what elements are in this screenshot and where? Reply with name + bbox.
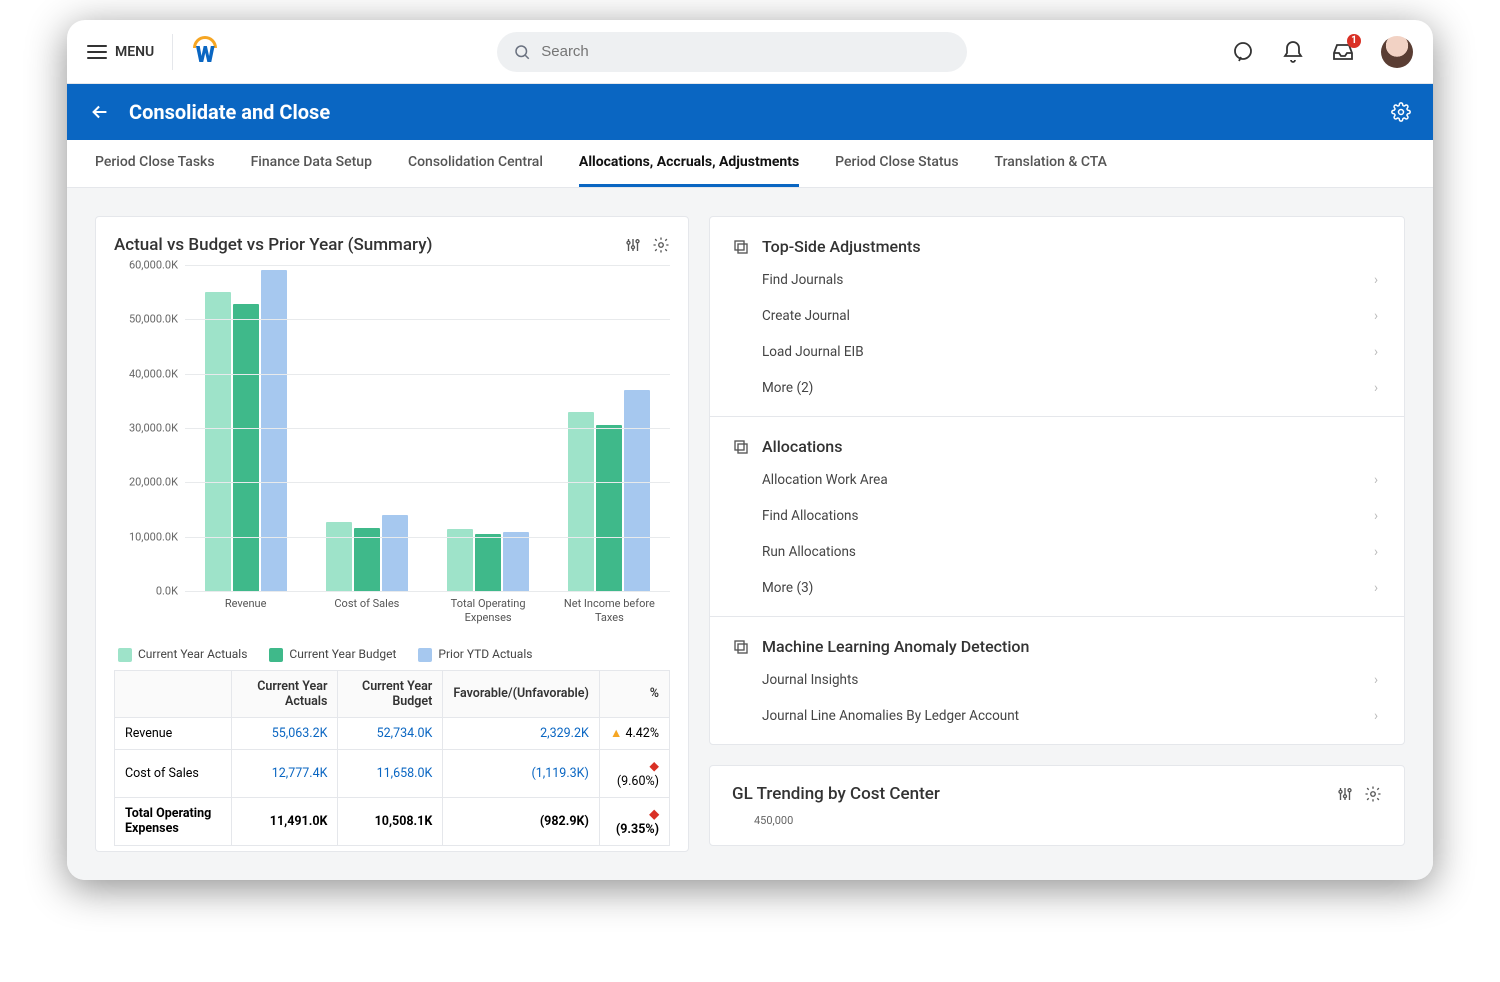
x-label: Revenue [185, 595, 306, 635]
summary-table: Current Year ActualsCurrent Year BudgetF… [114, 670, 670, 846]
hamburger-icon [87, 45, 107, 59]
table-row: Cost of Sales12,777.4K11,658.0K(1,119.3K… [115, 749, 670, 797]
nav-item[interactable]: Find Allocations› [732, 498, 1382, 534]
sliders-icon[interactable] [624, 236, 642, 254]
gl-title: GL Trending by Cost Center [732, 784, 940, 804]
divider [172, 34, 173, 70]
section-title: Machine Learning Anomaly Detection [762, 637, 1029, 656]
chevron-right-icon: › [1374, 544, 1378, 560]
chart-title: Actual vs Budget vs Prior Year (Summary) [114, 235, 432, 255]
menu-button[interactable]: MENU [87, 44, 154, 60]
chevron-right-icon: › [1374, 272, 1378, 288]
table-row: Total Operating Expenses11,491.0K10,508.… [115, 797, 670, 845]
nav-item[interactable]: Journal Insights› [732, 662, 1382, 698]
x-label: Cost of Sales [306, 595, 427, 635]
chevron-right-icon: › [1374, 308, 1378, 324]
chevron-right-icon: › [1374, 380, 1378, 396]
bar[interactable] [624, 390, 650, 591]
chevron-right-icon: › [1374, 672, 1378, 688]
chevron-right-icon: › [1374, 344, 1378, 360]
x-label: Total Operating Expenses [428, 595, 549, 635]
bar[interactable] [596, 425, 622, 591]
chevron-right-icon: › [1374, 580, 1378, 596]
nav-item[interactable]: Journal Line Anomalies By Ledger Account… [732, 698, 1382, 734]
bar[interactable] [382, 515, 408, 591]
back-arrow-icon[interactable] [89, 101, 111, 123]
sliders-icon[interactable] [1336, 785, 1354, 803]
bar[interactable] [205, 292, 231, 591]
search-icon [513, 43, 531, 61]
table-row: Revenue55,063.2K52,734.0K2,329.2K▲ 4.42% [115, 717, 670, 749]
tab-consolidation-central[interactable]: Consolidation Central [408, 154, 543, 187]
tab-period-close-tasks[interactable]: Period Close Tasks [95, 154, 215, 187]
gear-icon[interactable] [652, 236, 670, 254]
stack-icon [732, 438, 750, 456]
nav-item[interactable]: More (2)› [732, 370, 1382, 406]
gl-ytick: 450,000 [754, 814, 1382, 827]
y-tick: 50,000.0K [129, 313, 178, 326]
nav-item[interactable]: More (3)› [732, 570, 1382, 606]
chart-card: Actual vs Budget vs Prior Year (Summary)… [95, 216, 689, 852]
y-tick: 40,000.0K [129, 367, 178, 380]
y-tick: 0.0K [156, 585, 178, 598]
y-tick: 60,000.0K [129, 259, 178, 272]
workday-logo[interactable]: W [191, 38, 219, 66]
y-tick: 30,000.0K [129, 422, 178, 435]
nav-item[interactable]: Find Journals› [732, 262, 1382, 298]
column-header: Favorable/(Unfavorable) [443, 670, 600, 717]
stack-icon [732, 238, 750, 256]
column-header [115, 670, 232, 717]
bar[interactable] [568, 412, 594, 591]
chevron-right-icon: › [1374, 472, 1378, 488]
nav-item[interactable]: Load Journal EIB› [732, 334, 1382, 370]
legend-item[interactable]: Current Year Actuals [118, 647, 247, 662]
stack-icon [732, 638, 750, 656]
column-header: Current Year Actuals [232, 670, 338, 717]
column-header: % [599, 670, 669, 717]
y-tick: 20,000.0K [129, 476, 178, 489]
section-title: Allocations [762, 437, 842, 456]
nav-item[interactable]: Create Journal› [732, 298, 1382, 334]
page-title: Consolidate and Close [129, 100, 330, 124]
section-title: Top-Side Adjustments [762, 237, 921, 256]
notifications-icon[interactable] [1281, 40, 1305, 64]
tab-translation-cta[interactable]: Translation & CTA [995, 154, 1107, 187]
chevron-right-icon: › [1374, 508, 1378, 524]
chevron-right-icon: › [1374, 708, 1378, 724]
inbox-icon[interactable]: 1 [1331, 40, 1355, 64]
avatar[interactable] [1381, 36, 1413, 68]
menu-label: MENU [115, 44, 154, 60]
gl-trending-card: GL Trending by Cost Center 450,000 [709, 765, 1405, 846]
tab-period-close-status[interactable]: Period Close Status [835, 154, 958, 187]
page-settings-icon[interactable] [1391, 102, 1411, 122]
search-box[interactable] [497, 32, 967, 72]
bar[interactable] [503, 532, 529, 591]
bar[interactable] [326, 522, 352, 591]
legend-item[interactable]: Prior YTD Actuals [418, 647, 532, 662]
bar[interactable] [475, 534, 501, 591]
column-header: Current Year Budget [338, 670, 443, 717]
bar[interactable] [447, 529, 473, 591]
nav-item[interactable]: Allocation Work Area› [732, 462, 1382, 498]
gear-icon[interactable] [1364, 785, 1382, 803]
y-tick: 10,000.0K [129, 530, 178, 543]
tab-finance-data-setup[interactable]: Finance Data Setup [251, 154, 372, 187]
tab-allocations-accruals-adjustments[interactable]: Allocations, Accruals, Adjustments [579, 154, 799, 187]
nav-item[interactable]: Run Allocations› [732, 534, 1382, 570]
bar[interactable] [233, 304, 259, 591]
conversations-icon[interactable] [1231, 40, 1255, 64]
inbox-badge: 1 [1347, 34, 1361, 48]
x-label: Net Income before Taxes [549, 595, 670, 635]
legend-item[interactable]: Current Year Budget [269, 647, 396, 662]
search-input[interactable] [541, 43, 951, 60]
